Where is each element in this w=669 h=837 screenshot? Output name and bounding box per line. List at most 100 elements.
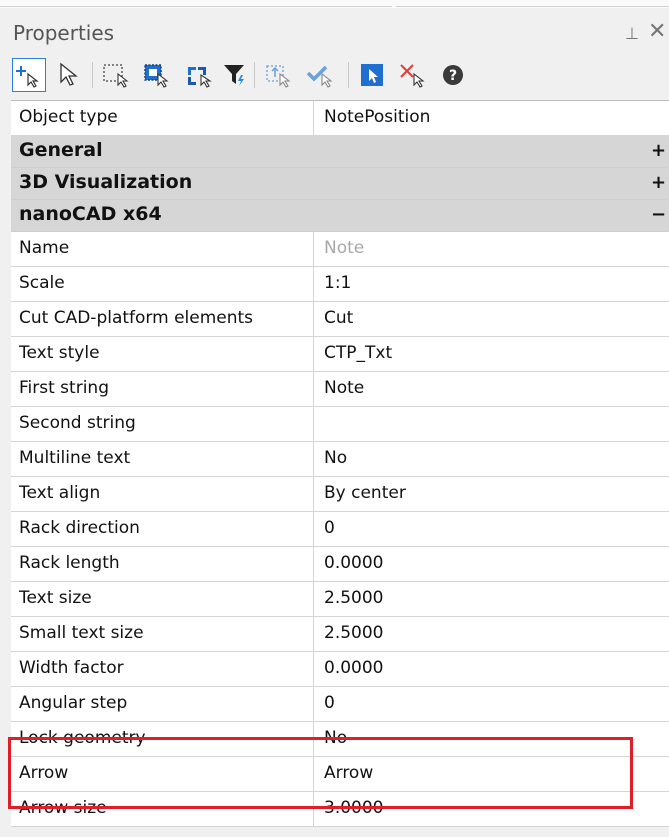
section-label: 3D Visualization <box>19 171 193 193</box>
select-cursor-icon[interactable] <box>50 58 84 92</box>
pin-icon[interactable]: ⊥ <box>625 24 639 43</box>
property-value[interactable]: Note <box>324 378 364 398</box>
svg-text:?: ? <box>449 68 457 84</box>
property-value[interactable]: 0.0000 <box>324 658 383 678</box>
properties-toolbar: ? <box>12 56 662 98</box>
property-row[interactable]: Text style CTP_Txt <box>11 337 669 372</box>
column-divider <box>313 512 314 546</box>
property-row[interactable]: Arrow size 3.0000 <box>11 792 669 827</box>
property-value[interactable]: No <box>324 448 347 468</box>
property-name: Small text size <box>19 623 144 643</box>
column-divider <box>313 101 314 135</box>
toolbar-separator <box>92 62 93 88</box>
property-row[interactable]: Cut CAD-platform elements Cut <box>11 302 669 337</box>
column-divider <box>313 337 314 371</box>
property-value[interactable]: 0 <box>324 693 335 713</box>
section-row-3d-visualization[interactable]: 3D Visualization + <box>11 168 669 200</box>
property-value[interactable]: 2.5000 <box>324 588 383 608</box>
column-divider <box>313 547 314 581</box>
property-value[interactable]: 0.0000 <box>324 553 383 573</box>
column-divider <box>313 407 314 441</box>
column-divider <box>313 477 314 511</box>
panel-title: Properties <box>13 21 115 45</box>
property-name: Multiline text <box>19 448 131 468</box>
column-divider <box>313 792 314 826</box>
object-type-row: Object type NotePosition <box>11 101 669 136</box>
pick-object-icon[interactable] <box>356 58 390 92</box>
property-name: Arrow size <box>19 798 107 818</box>
property-value[interactable]: Arrow <box>324 763 373 783</box>
section-row-nanocad-x64[interactable]: nanoCAD x64 − <box>11 200 669 232</box>
property-name: First string <box>19 378 109 398</box>
property-row[interactable]: Text size 2.5000 <box>11 582 669 617</box>
property-row[interactable]: First string Note <box>11 372 669 407</box>
top-edge-line-left <box>0 6 392 7</box>
expand-icon[interactable]: + <box>651 172 666 193</box>
column-divider <box>313 582 314 616</box>
column-divider <box>313 687 314 721</box>
close-icon[interactable]: ✕ <box>648 19 666 44</box>
property-name: Second string <box>19 413 136 433</box>
section-row-general[interactable]: General + <box>11 136 669 168</box>
property-value[interactable]: 2.5000 <box>324 623 383 643</box>
property-name: Rack direction <box>19 518 140 538</box>
property-name: Text size <box>19 588 92 608</box>
property-row[interactable]: Scale 1:1 <box>11 267 669 302</box>
property-value[interactable]: Cut <box>324 308 353 328</box>
property-row[interactable]: Rack direction 0 <box>11 512 669 547</box>
property-name: Width factor <box>19 658 124 678</box>
property-row[interactable]: Text align By center <box>11 477 669 512</box>
property-row[interactable]: Name Note <box>11 232 669 267</box>
property-row[interactable]: Rack length 0.0000 <box>11 547 669 582</box>
property-value[interactable]: By center <box>324 483 406 503</box>
section-label: nanoCAD x64 <box>19 203 162 225</box>
property-row[interactable]: Arrow Arrow <box>11 757 669 792</box>
toolbar-separator <box>254 62 255 88</box>
property-value[interactable]: Note <box>324 238 364 258</box>
property-name: Arrow <box>19 763 69 783</box>
column-divider <box>313 652 314 686</box>
column-divider <box>313 442 314 476</box>
export-select-icon[interactable] <box>262 58 296 92</box>
toolbar-separator <box>348 62 349 88</box>
window-select-icon[interactable] <box>100 58 134 92</box>
confirm-select-icon[interactable] <box>304 58 338 92</box>
property-name: Cut CAD-platform elements <box>19 308 254 328</box>
property-row[interactable]: Angular step 0 <box>11 687 669 722</box>
property-value[interactable]: 1:1 <box>324 273 351 293</box>
property-row[interactable]: Lock geometry No <box>11 722 669 757</box>
quick-select-icon[interactable] <box>140 58 174 92</box>
property-row[interactable]: Width factor 0.0000 <box>11 652 669 687</box>
column-divider <box>313 617 314 651</box>
column-divider <box>313 757 314 791</box>
help-icon[interactable]: ? <box>436 58 470 92</box>
property-row[interactable]: Small text size 2.5000 <box>11 617 669 652</box>
property-row[interactable]: Second string <box>11 407 669 442</box>
collapse-icon[interactable]: − <box>651 204 666 225</box>
property-row[interactable]: Multiline text No <box>11 442 669 477</box>
top-edge <box>0 0 669 8</box>
column-divider <box>313 372 314 406</box>
deselect-icon[interactable] <box>396 58 430 92</box>
column-divider <box>313 302 314 336</box>
column-divider <box>313 232 314 266</box>
object-type-label: Object type <box>19 107 118 127</box>
section-label: General <box>19 139 103 161</box>
property-name: Name <box>19 238 70 258</box>
expand-icon[interactable]: + <box>651 140 666 161</box>
property-name: Rack length <box>19 553 120 573</box>
property-grid: Object type NotePosition General +3D Visu… <box>11 100 669 827</box>
object-type-value: NotePosition <box>324 107 431 127</box>
add-selection-icon[interactable] <box>12 58 46 92</box>
property-value[interactable]: No <box>324 728 347 748</box>
column-divider <box>313 267 314 301</box>
filter-icon[interactable] <box>218 58 252 92</box>
invert-select-icon[interactable] <box>182 58 216 92</box>
property-name: Text style <box>19 343 100 363</box>
property-name: Lock geometry <box>19 728 146 748</box>
property-value[interactable]: CTP_Txt <box>324 343 392 363</box>
top-edge-line-right <box>396 6 669 7</box>
property-value[interactable]: 3.0000 <box>324 798 383 818</box>
property-value[interactable]: 0 <box>324 518 335 538</box>
property-name: Scale <box>19 273 65 293</box>
